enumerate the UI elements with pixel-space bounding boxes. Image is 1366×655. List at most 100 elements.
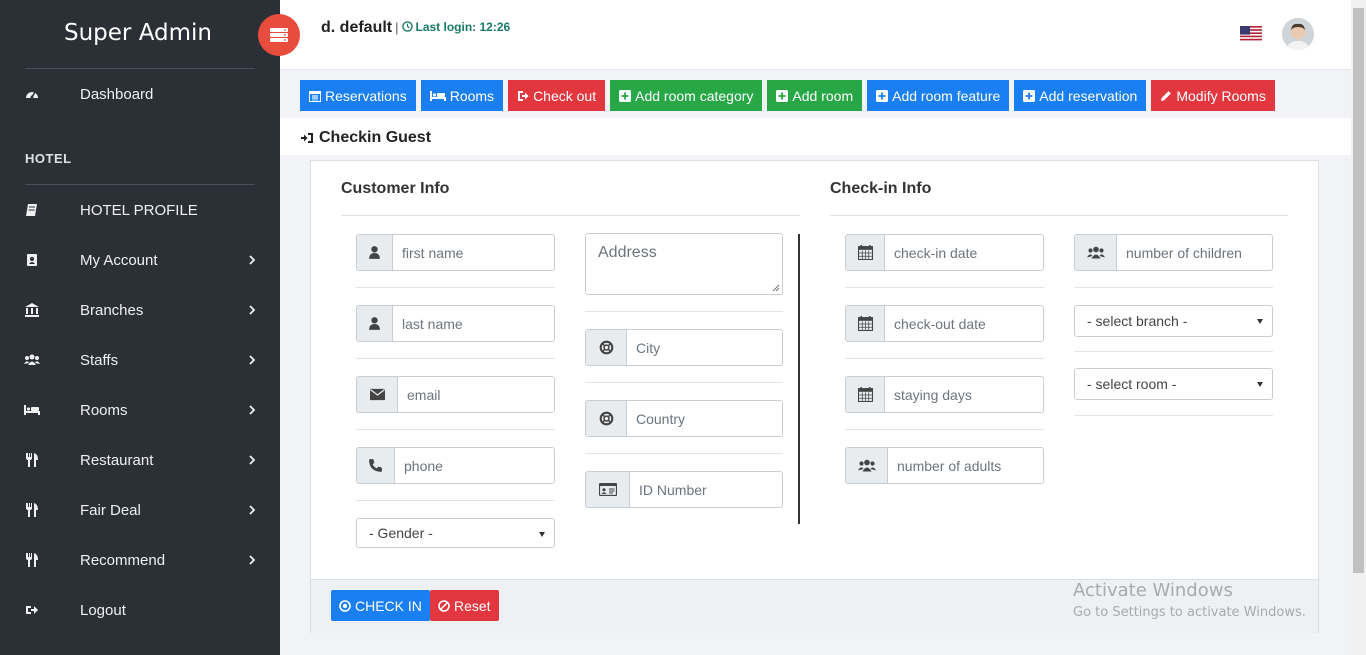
city-group: City: [585, 329, 783, 366]
last-login: Last login: 12:26: [401, 20, 510, 34]
children-input[interactable]: number of children: [1117, 234, 1273, 271]
sidebar-item-label: Recommend: [80, 551, 166, 569]
resize-grip-icon[interactable]: [772, 284, 780, 292]
sidebar-item-staffs[interactable]: Staffs: [0, 342, 280, 378]
brand-title: Super Admin: [64, 20, 212, 46]
sidebar-item-my-account[interactable]: My Account: [0, 242, 280, 278]
sidebar-item-label: Dashboard: [80, 85, 154, 103]
checkin-info-title: Check-in Info: [830, 180, 932, 197]
add-room-label: Add room: [792, 87, 854, 104]
rooms-button[interactable]: Rooms: [420, 80, 504, 111]
sign-in-icon: [301, 133, 313, 143]
gender-select-value: - Gender -: [369, 525, 433, 541]
field-divider: [356, 500, 555, 501]
menu-toggle-button[interactable]: [258, 14, 300, 56]
phone-addon: [356, 447, 395, 484]
country-addon: [585, 400, 627, 437]
address-placeholder: Address: [598, 244, 657, 261]
field-divider: [1074, 287, 1273, 288]
email-input[interactable]: email: [398, 376, 555, 413]
us-flag-icon[interactable]: [1240, 26, 1262, 42]
sidebar-item-restaurant[interactable]: Restaurant: [0, 442, 280, 478]
header-separator: |: [395, 20, 399, 35]
plus-square-icon: [1023, 89, 1036, 102]
phone-input[interactable]: phone: [395, 447, 555, 484]
watermark-title: Activate Windows: [1073, 580, 1233, 601]
calendar-icon: [857, 245, 873, 260]
checkout-date-input[interactable]: check-out date: [885, 305, 1044, 342]
scrollbar-thumb[interactable]: [1353, 8, 1364, 573]
sidebar-item-fair-deal[interactable]: Fair Deal: [0, 492, 280, 528]
sidebar-item-rooms[interactable]: Rooms: [0, 392, 280, 428]
gender-select[interactable]: - Gender -: [356, 518, 555, 548]
sidebar-item-branches[interactable]: Branches: [0, 292, 280, 328]
add-reservation-button[interactable]: Add reservation: [1014, 80, 1147, 111]
column-divider: [798, 234, 800, 524]
checkin-date-input[interactable]: check-in date: [885, 234, 1044, 271]
country-group: Country: [585, 400, 783, 437]
sidebar-divider: [25, 184, 255, 185]
address-textarea[interactable]: Address: [585, 233, 783, 295]
sidebar-item-dashboard[interactable]: Dashboard: [0, 76, 280, 112]
staying-days-input[interactable]: staying days: [885, 376, 1044, 413]
id-number-input[interactable]: ID Number: [630, 471, 783, 508]
last-name-input[interactable]: last name: [393, 305, 555, 342]
sidebar-item-logout[interactable]: Logout: [0, 592, 280, 628]
chevron-right-icon: [249, 505, 256, 515]
check-in-button[interactable]: CHECK IN: [331, 590, 430, 621]
room-select[interactable]: - select room -: [1074, 368, 1273, 400]
caret-down-icon: [1257, 382, 1263, 387]
country-input[interactable]: Country: [627, 400, 783, 437]
scrollbar[interactable]: [1351, 0, 1366, 655]
city-input[interactable]: City: [627, 329, 783, 366]
check-out-button[interactable]: Check out: [508, 80, 606, 111]
reservations-button[interactable]: Reservations: [300, 80, 416, 111]
cutlery-icon: [24, 452, 40, 468]
branch-select[interactable]: - select branch -: [1074, 305, 1273, 337]
chevron-right-icon: [249, 405, 256, 415]
user-icon: [369, 317, 380, 330]
avatar[interactable]: [1282, 18, 1314, 50]
sidebar-item-recommend[interactable]: Recommend: [0, 542, 280, 578]
sidebar-item-label: HOTEL PROFILE: [80, 201, 198, 219]
cutlery-icon: [24, 552, 40, 568]
id-card-icon: [598, 483, 617, 496]
bank-icon: [24, 302, 40, 318]
customer-info-divider: [341, 215, 800, 216]
sidebar-section-label: HOTEL: [25, 151, 72, 166]
checkin-date-addon: [845, 234, 885, 271]
field-divider: [845, 287, 1044, 288]
sign-out-icon: [518, 90, 529, 101]
plus-square-icon: [619, 89, 632, 102]
envelope-icon: [369, 388, 385, 401]
field-divider: [1074, 351, 1273, 352]
dashboard-icon: [24, 86, 40, 102]
add-room-category-button[interactable]: Add room category: [610, 80, 763, 111]
add-reservation-label: Add reservation: [1039, 87, 1138, 104]
modify-rooms-button[interactable]: Modify Rooms: [1151, 80, 1275, 111]
life-ring-icon: [599, 340, 613, 355]
add-room-feature-button[interactable]: Add room feature: [867, 80, 1010, 111]
section-bar: Checkin Guest: [280, 118, 1351, 155]
sidebar-item-hotel-profile[interactable]: HOTEL PROFILE: [0, 192, 280, 228]
rooms-label: Rooms: [449, 87, 495, 104]
modify-rooms-label: Modify Rooms: [1176, 87, 1266, 104]
life-ring-icon: [599, 411, 613, 426]
chevron-right-icon: [249, 455, 256, 465]
first-name-addon: [356, 234, 393, 271]
plus-square-icon: [776, 89, 789, 102]
adults-group: number of adults: [845, 447, 1044, 484]
chevron-right-icon: [249, 305, 256, 315]
sidebar-item-label: My Account: [80, 251, 158, 269]
email-addon: [356, 376, 398, 413]
reset-button[interactable]: Reset: [430, 590, 499, 621]
id-number-group: ID Number: [585, 471, 783, 508]
toolbar: Reservations Rooms Check out Add room ca…: [300, 80, 1275, 111]
field-divider: [585, 453, 783, 454]
adults-input[interactable]: number of adults: [888, 447, 1044, 484]
checkout-date-group: check-out date: [845, 305, 1044, 342]
add-room-button[interactable]: Add room: [767, 80, 863, 111]
first-name-input[interactable]: first name: [393, 234, 555, 271]
chevron-right-icon: [249, 355, 256, 365]
dot-circle-icon: [339, 599, 351, 612]
